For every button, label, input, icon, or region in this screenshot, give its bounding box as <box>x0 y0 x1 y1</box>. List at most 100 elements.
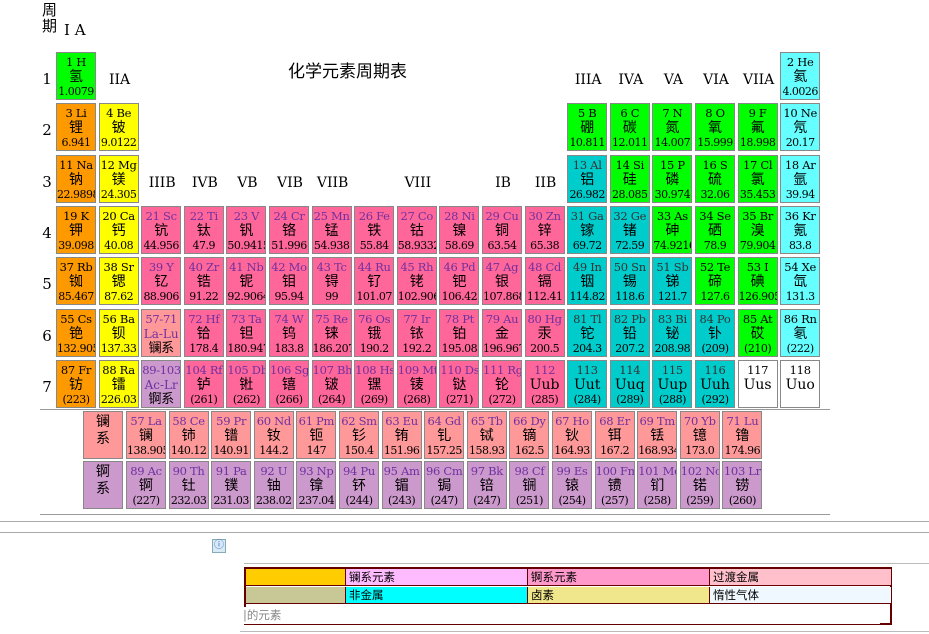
actinide-cell[interactable]: 98 Cf 锎 (251) <box>509 461 550 509</box>
element-cell[interactable]: 80 Hg 汞 200.5 <box>524 308 565 357</box>
element-cell[interactable]: 108 Hs 𬭶 (269) <box>354 359 395 408</box>
lanthanide-cell[interactable]: 63 Eu 铕 151.96 <box>381 411 422 459</box>
actinide-cell[interactable]: 97 Bk 锫 (247) <box>466 461 507 509</box>
element-cell[interactable]: 12 Mg 镁 24.305 <box>98 154 139 203</box>
info-icon[interactable]: ⓘ <box>212 539 226 553</box>
element-cell[interactable]: 82 Pb 铅 207.2 <box>609 308 650 357</box>
lanthanide-cell[interactable]: 61 Pm 钷 147 <box>296 411 337 459</box>
element-cell[interactable]: 1 H 氢 1.0079 <box>56 52 96 100</box>
element-cell[interactable]: 22 Ti 钛 47.9 <box>183 205 224 254</box>
actinide-cell[interactable]: 96 Cm 锔 (247) <box>424 461 465 509</box>
actinide-cell[interactable]: 89 Ac 锕 (227) <box>126 461 166 509</box>
element-cell[interactable]: 42 Mo 钼 95.94 <box>269 257 309 306</box>
element-cell[interactable]: 36 Kr 氪 83.8 <box>780 205 821 254</box>
element-cell[interactable]: 115 Uup (288) <box>652 359 693 408</box>
element-cell[interactable]: 73 Ta 钽 180.947 <box>226 308 267 357</box>
element-cell[interactable]: 19 K 钾 39.098 <box>56 205 96 254</box>
series-cell[interactable]: 89-103 Ac-Lr 锕系 <box>141 359 182 408</box>
lanthanide-cell[interactable]: 68 Er 铒 167.2 <box>594 411 635 459</box>
element-cell[interactable]: 2 He 氦 4.0026 <box>780 52 821 100</box>
element-cell[interactable]: 107 Bh 𬭛 (264) <box>311 359 352 408</box>
element-cell[interactable]: 4 Be 铍 9.0122 <box>98 103 139 152</box>
element-cell[interactable]: 84 Po 钋 (209) <box>695 308 735 357</box>
lanthanide-cell[interactable]: 58 Ce 铈 140.12 <box>168 411 209 459</box>
element-cell[interactable]: 34 Se 硒 78.9 <box>695 205 735 254</box>
element-cell[interactable]: 11 Na 钠 22.9898 <box>56 154 96 203</box>
actinide-cell[interactable]: 100 Fm 镄 (257) <box>594 461 635 509</box>
element-cell[interactable]: 25 Mn 锰 54.938 <box>311 205 352 254</box>
element-cell[interactable]: 20 Ca 钙 40.08 <box>98 205 139 254</box>
actinide-cell[interactable]: 93 Np 镎 237.04 <box>296 461 337 509</box>
element-cell[interactable]: 10 Ne 氖 20.17 <box>780 103 821 152</box>
element-cell[interactable]: 44 Ru 钌 101.07 <box>354 257 395 306</box>
element-cell[interactable]: 28 Ni 镍 58.69 <box>439 205 480 254</box>
element-cell[interactable]: 88 Ra 镭 226.03 <box>98 359 139 408</box>
element-cell[interactable]: 26 Fe 铁 55.84 <box>354 205 395 254</box>
element-cell[interactable]: 8 O 氧 15.999 <box>695 103 735 152</box>
element-cell[interactable]: 54 Xe 氙 131.3 <box>780 257 821 306</box>
element-cell[interactable]: 17 Cl 氯 35.453 <box>737 154 778 203</box>
element-cell[interactable]: 41 Nb 铌 92.9064 <box>226 257 267 306</box>
element-cell[interactable]: 23 V 钒 50.9415 <box>226 205 267 254</box>
element-cell[interactable]: 76 Os 锇 190.2 <box>354 308 395 357</box>
lanthanide-cell[interactable]: 70 Yb 镱 173.0 <box>679 411 720 459</box>
element-cell[interactable]: 105 Db 𬭊 (262) <box>226 359 267 408</box>
element-cell[interactable]: 29 Cu 铜 63.54 <box>482 205 522 254</box>
lanthanide-cell[interactable]: 59 Pr 镨 140.91 <box>211 411 252 459</box>
element-cell[interactable]: 55 Cs 铯 132.905 <box>56 308 96 357</box>
element-cell[interactable]: 14 Si 硅 28.085 <box>609 154 650 203</box>
element-cell[interactable]: 51 Sb 锑 121.7 <box>652 257 693 306</box>
actinide-cell[interactable]: 92 U 铀 238.02 <box>253 461 294 509</box>
element-cell[interactable]: 114 Uuq (289) <box>609 359 650 408</box>
element-cell[interactable]: 6 C 碳 12.011 <box>609 103 650 152</box>
actinide-cell[interactable]: 95 Am 镅 (243) <box>381 461 422 509</box>
element-cell[interactable]: 33 As 砷 74.9216 <box>652 205 693 254</box>
element-cell[interactable]: 39 Y 钇 88.906 <box>141 257 182 306</box>
element-cell[interactable]: 3 Li 锂 6.941 <box>56 103 96 152</box>
element-cell[interactable]: 21 Sc 钪 44.956 <box>141 205 182 254</box>
element-cell[interactable]: 111 Rg 𬬭 (272) <box>482 359 522 408</box>
element-cell[interactable]: 113 Uut (284) <box>567 359 608 408</box>
element-cell[interactable]: 49 In 铟 114.82 <box>567 257 608 306</box>
actinide-cell[interactable]: 91 Pa 镤 231.03 <box>211 461 252 509</box>
element-cell[interactable]: 112 Uub (285) <box>524 359 565 408</box>
element-cell[interactable]: 110 Ds 𫟼 (271) <box>439 359 480 408</box>
element-cell[interactable]: 87 Fr 钫 (223) <box>56 359 96 408</box>
lanthanide-cell[interactable]: 69 Tm 铥 168.934 <box>637 411 678 459</box>
element-cell[interactable]: 24 Cr 铬 51.996 <box>269 205 309 254</box>
lanthanide-cell[interactable]: 71 Lu 镥 174.96 <box>722 411 763 459</box>
actinide-cell[interactable]: 90 Th 钍 232.03 <box>168 461 209 509</box>
element-cell[interactable]: 53 I 碘 126.905 <box>737 257 778 306</box>
element-cell[interactable]: 48 Cd 镉 112.41 <box>524 257 565 306</box>
element-cell[interactable]: 50 Sn 锡 118.6 <box>609 257 650 306</box>
lanthanide-cell[interactable]: 64 Gd 钆 157.25 <box>424 411 465 459</box>
series-cell[interactable]: 57-71 La-Lu 镧系 <box>141 308 182 357</box>
element-cell[interactable]: 9 F 氟 18.998 <box>737 103 778 152</box>
element-cell[interactable]: 81 Tl 铊 204.3 <box>567 308 608 357</box>
actinide-cell[interactable]: 94 Pu 钚 (244) <box>339 461 379 509</box>
element-cell[interactable]: 74 W 钨 183.8 <box>269 308 309 357</box>
element-cell[interactable]: 13 Al 铝 26.982 <box>567 154 608 203</box>
element-cell[interactable]: 78 Pt 铂 195.08 <box>439 308 480 357</box>
element-cell[interactable]: 106 Sg 𬭳 (266) <box>269 359 309 408</box>
element-cell[interactable]: 104 Rf 𬬻 (261) <box>183 359 224 408</box>
element-cell[interactable]: 16 S 硫 32.06 <box>695 154 735 203</box>
element-cell[interactable]: 15 P 磷 30.974 <box>652 154 693 203</box>
lanthanide-cell[interactable]: 57 La 镧 138.905 <box>126 411 166 459</box>
element-cell[interactable]: 32 Ge 锗 72.59 <box>609 205 650 254</box>
lanthanide-cell[interactable]: 65 Tb 铽 158.93 <box>466 411 507 459</box>
element-cell[interactable]: 46 Pd 钯 106.42 <box>439 257 480 306</box>
element-cell[interactable]: 40 Zr 锆 91.22 <box>183 257 224 306</box>
lanthanide-cell[interactable]: 62 Sm 钐 150.4 <box>339 411 379 459</box>
element-cell[interactable]: 27 Co 钴 58.9332 <box>396 205 437 254</box>
element-cell[interactable]: 116 Uuh (292) <box>695 359 735 408</box>
element-cell[interactable]: 79 Au 金 196.967 <box>482 308 522 357</box>
element-cell[interactable]: 117 Uus <box>737 359 778 408</box>
element-cell[interactable]: 56 Ba 钡 137.33 <box>98 308 139 357</box>
element-cell[interactable]: 83 Bi 铋 208.98 <box>652 308 693 357</box>
element-cell[interactable]: 118 Uuo <box>780 359 821 408</box>
lanthanide-cell[interactable]: 60 Nd 钕 144.2 <box>253 411 294 459</box>
element-cell[interactable]: 38 Sr 锶 87.62 <box>98 257 139 306</box>
element-cell[interactable]: 31 Ga 镓 69.72 <box>567 205 608 254</box>
element-cell[interactable]: 37 Rb 铷 85.467 <box>56 257 96 306</box>
